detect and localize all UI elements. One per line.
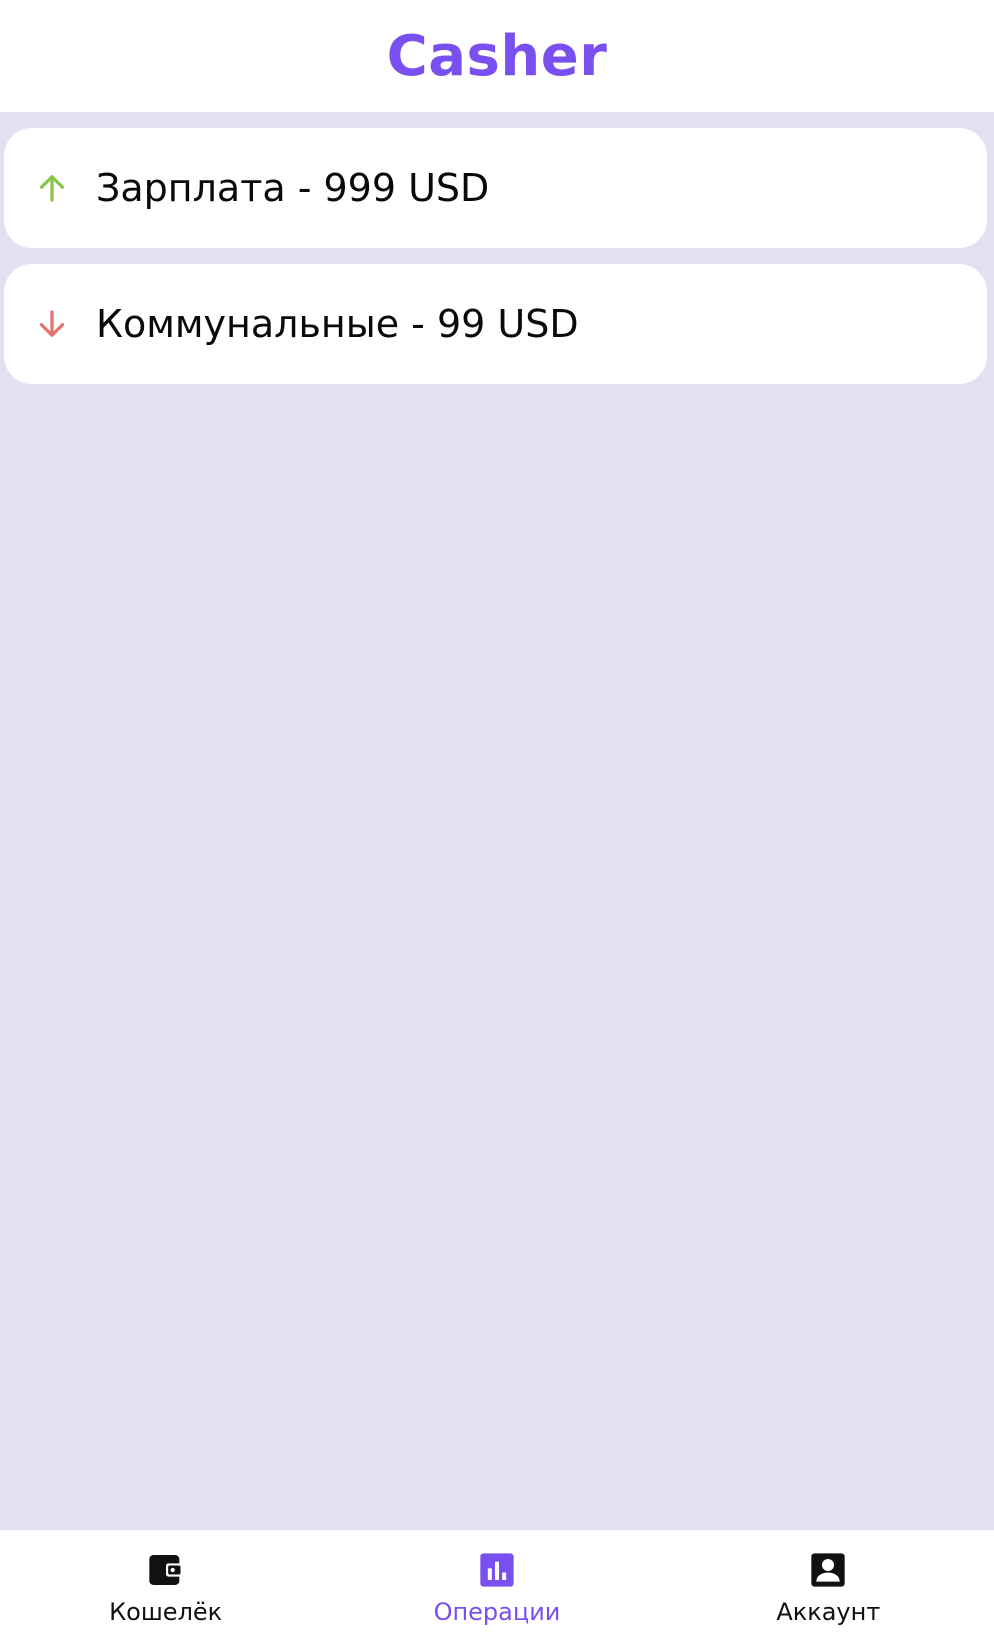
operation-item-income[interactable]: Зарплата - 999 USD bbox=[4, 128, 987, 248]
nav-item-wallet[interactable]: Кошелёк bbox=[0, 1530, 331, 1640]
nav-label-account: Аккаунт bbox=[776, 1598, 881, 1626]
nav-label-wallet: Кошелёк bbox=[109, 1598, 223, 1626]
operation-item-expense[interactable]: Коммунальные - 99 USD bbox=[4, 264, 987, 384]
operation-label: Зарплата - 999 USD bbox=[96, 166, 490, 210]
nav-item-operations[interactable]: Операции bbox=[331, 1530, 662, 1640]
app-title: Casher bbox=[386, 23, 608, 89]
app-header: Casher bbox=[0, 0, 994, 112]
account-icon bbox=[808, 1550, 848, 1590]
nav-label-operations: Операции bbox=[433, 1598, 561, 1626]
arrow-up-icon bbox=[32, 168, 72, 208]
chart-icon bbox=[477, 1550, 517, 1590]
arrow-down-icon bbox=[32, 304, 72, 344]
operation-label: Коммунальные - 99 USD bbox=[96, 302, 579, 346]
operations-list: Зарплата - 999 USD Коммунальные - 99 USD bbox=[4, 128, 987, 400]
wallet-icon bbox=[146, 1550, 186, 1590]
nav-item-account[interactable]: Аккаунт bbox=[663, 1530, 994, 1640]
bottom-nav: Кошелёк Операции Аккаунт bbox=[0, 1530, 994, 1640]
